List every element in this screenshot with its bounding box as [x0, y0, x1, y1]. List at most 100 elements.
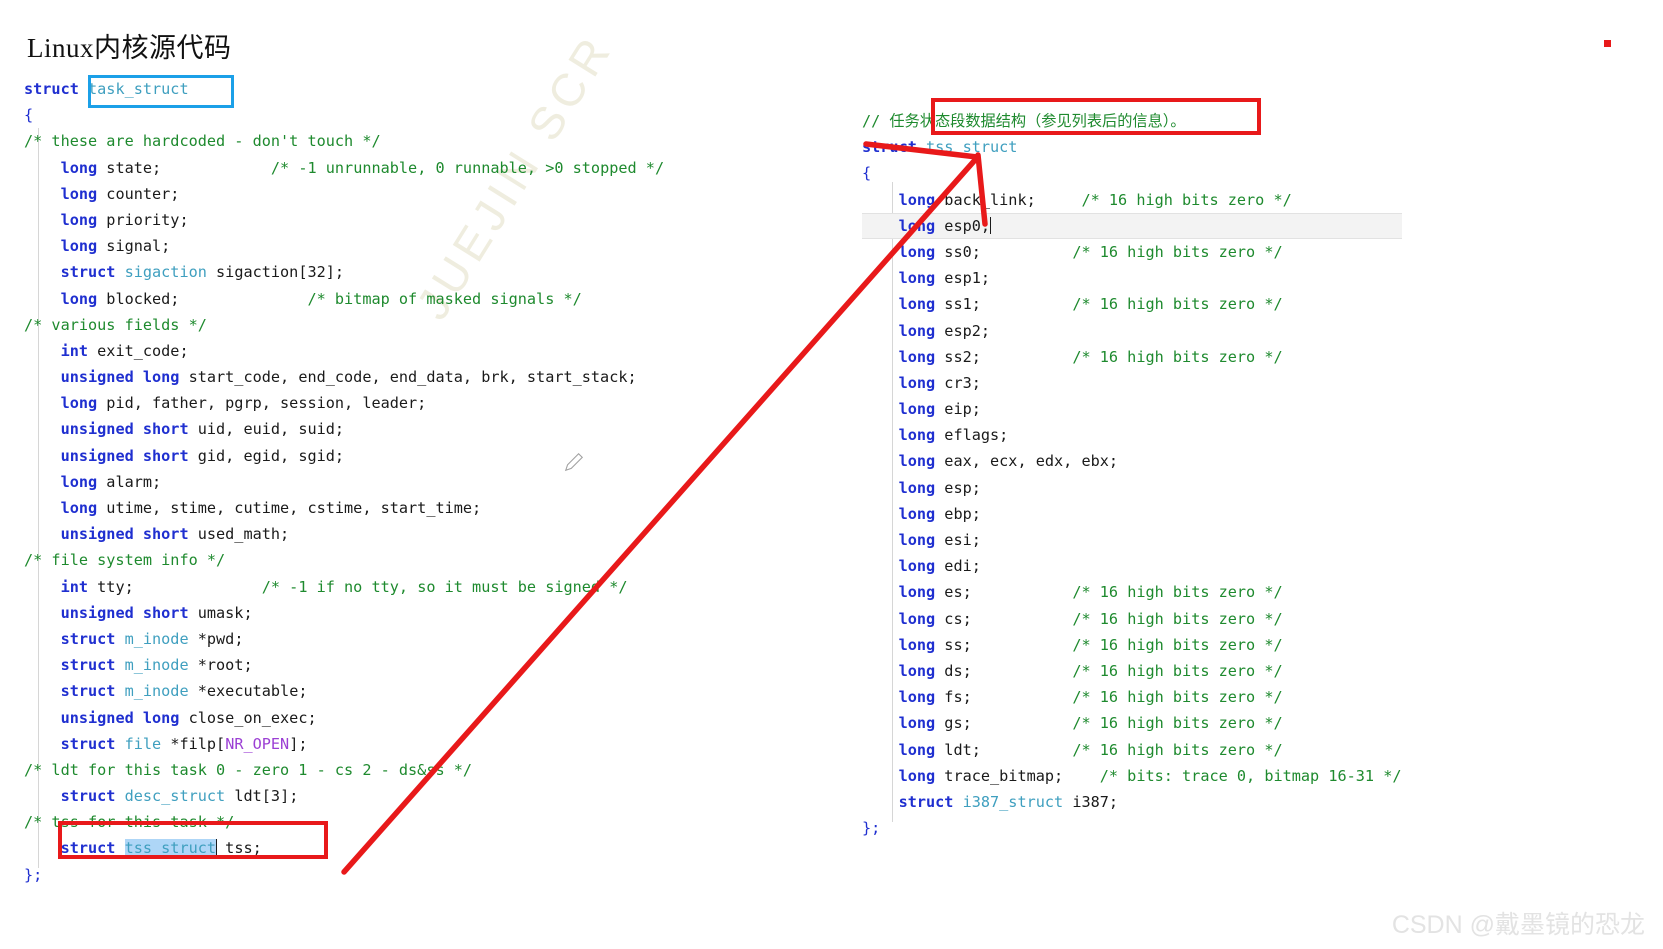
code-token: long: [60, 184, 107, 203]
code-line[interactable]: };: [862, 815, 1402, 841]
code-line[interactable]: long utime, stime, cutime, cstime, start…: [24, 495, 664, 521]
code-line[interactable]: long ss; /* 16 high bits zero */: [862, 632, 1402, 658]
code-line[interactable]: long ds; /* 16 high bits zero */: [862, 658, 1402, 684]
code-line[interactable]: struct sigaction sigaction[32];: [24, 259, 664, 285]
code-token: ebp;: [944, 504, 981, 523]
code-token: *executable;: [188, 682, 308, 701]
code-line[interactable]: struct tss_struct tss;: [24, 835, 664, 861]
code-line[interactable]: {: [24, 102, 664, 128]
code-line[interactable]: int tty; /* -1 if no tty, so it must be …: [24, 574, 664, 600]
code-line[interactable]: long cs; /* 16 high bits zero */: [862, 606, 1402, 632]
code-token: sigaction: [124, 263, 207, 282]
code-token: /* file system info */: [24, 551, 226, 570]
code-line[interactable]: unsigned long close_on_exec;: [24, 705, 664, 731]
code-line[interactable]: long esp;: [862, 475, 1402, 501]
code-line[interactable]: /* tss for this task */: [24, 809, 664, 835]
code-line[interactable]: long state; /* -1 unrunnable, 0 runnable…: [24, 155, 665, 181]
code-line[interactable]: long trace_bitmap; /* bits: trace 0, bit…: [862, 763, 1402, 789]
code-token: blocked;: [106, 289, 180, 308]
code-token: /* 16 high bits zero */: [1072, 583, 1283, 602]
code-line[interactable]: long counter;: [24, 181, 664, 207]
code-token: eflags;: [944, 426, 1009, 445]
code-line[interactable]: long ss1; /* 16 high bits zero */: [862, 291, 1402, 317]
code-line[interactable]: struct tss_struct: [862, 134, 1402, 160]
code-line[interactable]: long eax, ecx, edx, ebx;: [862, 448, 1402, 474]
code-token: };: [862, 819, 881, 838]
code-line[interactable]: /* file system info */: [24, 547, 664, 573]
code-line[interactable]: unsigned short umask;: [24, 600, 664, 626]
code-line[interactable]: long signal;: [24, 233, 664, 259]
code-line[interactable]: struct file *filp[NR_OPEN];: [24, 731, 664, 757]
code-line[interactable]: long gs; /* 16 high bits zero */: [862, 710, 1402, 736]
code-token: long: [898, 766, 945, 785]
code-token: /* 16 high bits zero */: [1072, 688, 1283, 707]
code-token: 3: [270, 787, 281, 806]
code-line[interactable]: long priority;: [24, 207, 664, 233]
code-line[interactable]: long esi;: [862, 527, 1402, 553]
code-line[interactable]: struct desc_struct ldt[3];: [24, 783, 664, 809]
code-line[interactable]: struct task_struct: [24, 76, 664, 102]
code-line[interactable]: long ldt; /* 16 high bits zero */: [862, 737, 1402, 763]
code-line[interactable]: unsigned short used_math;: [24, 521, 664, 547]
code-token: struct: [60, 787, 125, 806]
code-token: long: [60, 499, 107, 517]
code-token: ss;: [944, 635, 972, 654]
code-token: *root;: [188, 656, 253, 675]
code-token: tss_struct: [926, 138, 1018, 157]
code-line[interactable]: long eflags;: [862, 422, 1402, 448]
code-line[interactable]: long back_link; /* 16 high bits zero */: [862, 187, 1402, 213]
code-token: long: [898, 216, 945, 235]
code-line[interactable]: unsigned short uid, euid, suid;: [24, 416, 664, 442]
code-pane-tss-struct[interactable]: // 任务状态段数据结构（参见列表后的信息）。 struct tss_struct…: [862, 108, 1402, 841]
code-line[interactable]: struct m_inode *executable;: [24, 678, 664, 704]
code-token: task_struct: [88, 80, 189, 98]
code-token: *filp[: [161, 734, 226, 753]
code-line[interactable]: struct i387_struct i387;: [862, 789, 1402, 815]
code-line[interactable]: /* various fields */: [24, 312, 664, 338]
code-line[interactable]: // 任务状态段数据结构（参见列表后的信息）。: [862, 108, 1402, 134]
code-token: gs;: [944, 714, 972, 733]
page-title: Linux内核源代码: [27, 33, 232, 63]
code-line[interactable]: struct m_inode *root;: [24, 652, 664, 678]
code-line[interactable]: long es; /* 16 high bits zero */: [862, 579, 1402, 605]
code-token: *pwd;: [188, 629, 244, 648]
csdn-watermark: CSDN @戴墨镜的恐龙: [1391, 911, 1645, 939]
code-token: ];: [280, 787, 299, 806]
code-line[interactable]: long edi;: [862, 553, 1402, 579]
code-line[interactable]: int exit_code;: [24, 338, 664, 364]
code-line[interactable]: long esp2;: [862, 318, 1402, 344]
code-token: pid, father, pgrp, session, leader;: [106, 394, 427, 413]
code-line[interactable]: {: [862, 160, 1402, 186]
code-token: back_link;: [944, 190, 1036, 209]
code-token: unsigned long: [60, 368, 189, 387]
code-line[interactable]: };: [24, 862, 664, 888]
code-line[interactable]: long fs; /* 16 high bits zero */: [862, 684, 1402, 710]
code-token: esi;: [944, 531, 981, 549]
code-line[interactable]: long ebp;: [862, 501, 1402, 527]
code-line[interactable]: long ss2; /* 16 high bits zero */: [862, 344, 1402, 370]
code-line[interactable]: long ss0; /* 16 high bits zero */: [862, 239, 1402, 265]
code-line[interactable]: long cr3;: [862, 370, 1402, 396]
code-line[interactable]: /* these are hardcoded - don't touch */: [24, 128, 664, 154]
code-line[interactable]: long esp1;: [862, 265, 1402, 291]
code-line[interactable]: unsigned long start_code, end_code, end_…: [24, 364, 664, 390]
code-line[interactable]: struct m_inode *pwd;: [24, 626, 664, 652]
code-line[interactable]: long eip;: [862, 396, 1402, 422]
code-token: desc_struct: [124, 787, 226, 806]
code-token: long: [898, 295, 945, 314]
code-line[interactable]: long pid, father, pgrp, session, leader;: [24, 390, 664, 416]
code-line[interactable]: /* ldt for this task 0 - zero 1 - cs 2 -…: [24, 757, 664, 783]
code-pane-task-struct[interactable]: struct task_struct {/* these are hardcode…: [24, 76, 664, 888]
code-line[interactable]: long blocked; /* bitmap of masked signal…: [24, 286, 664, 312]
code-line[interactable]: long esp0;: [862, 212, 1402, 239]
